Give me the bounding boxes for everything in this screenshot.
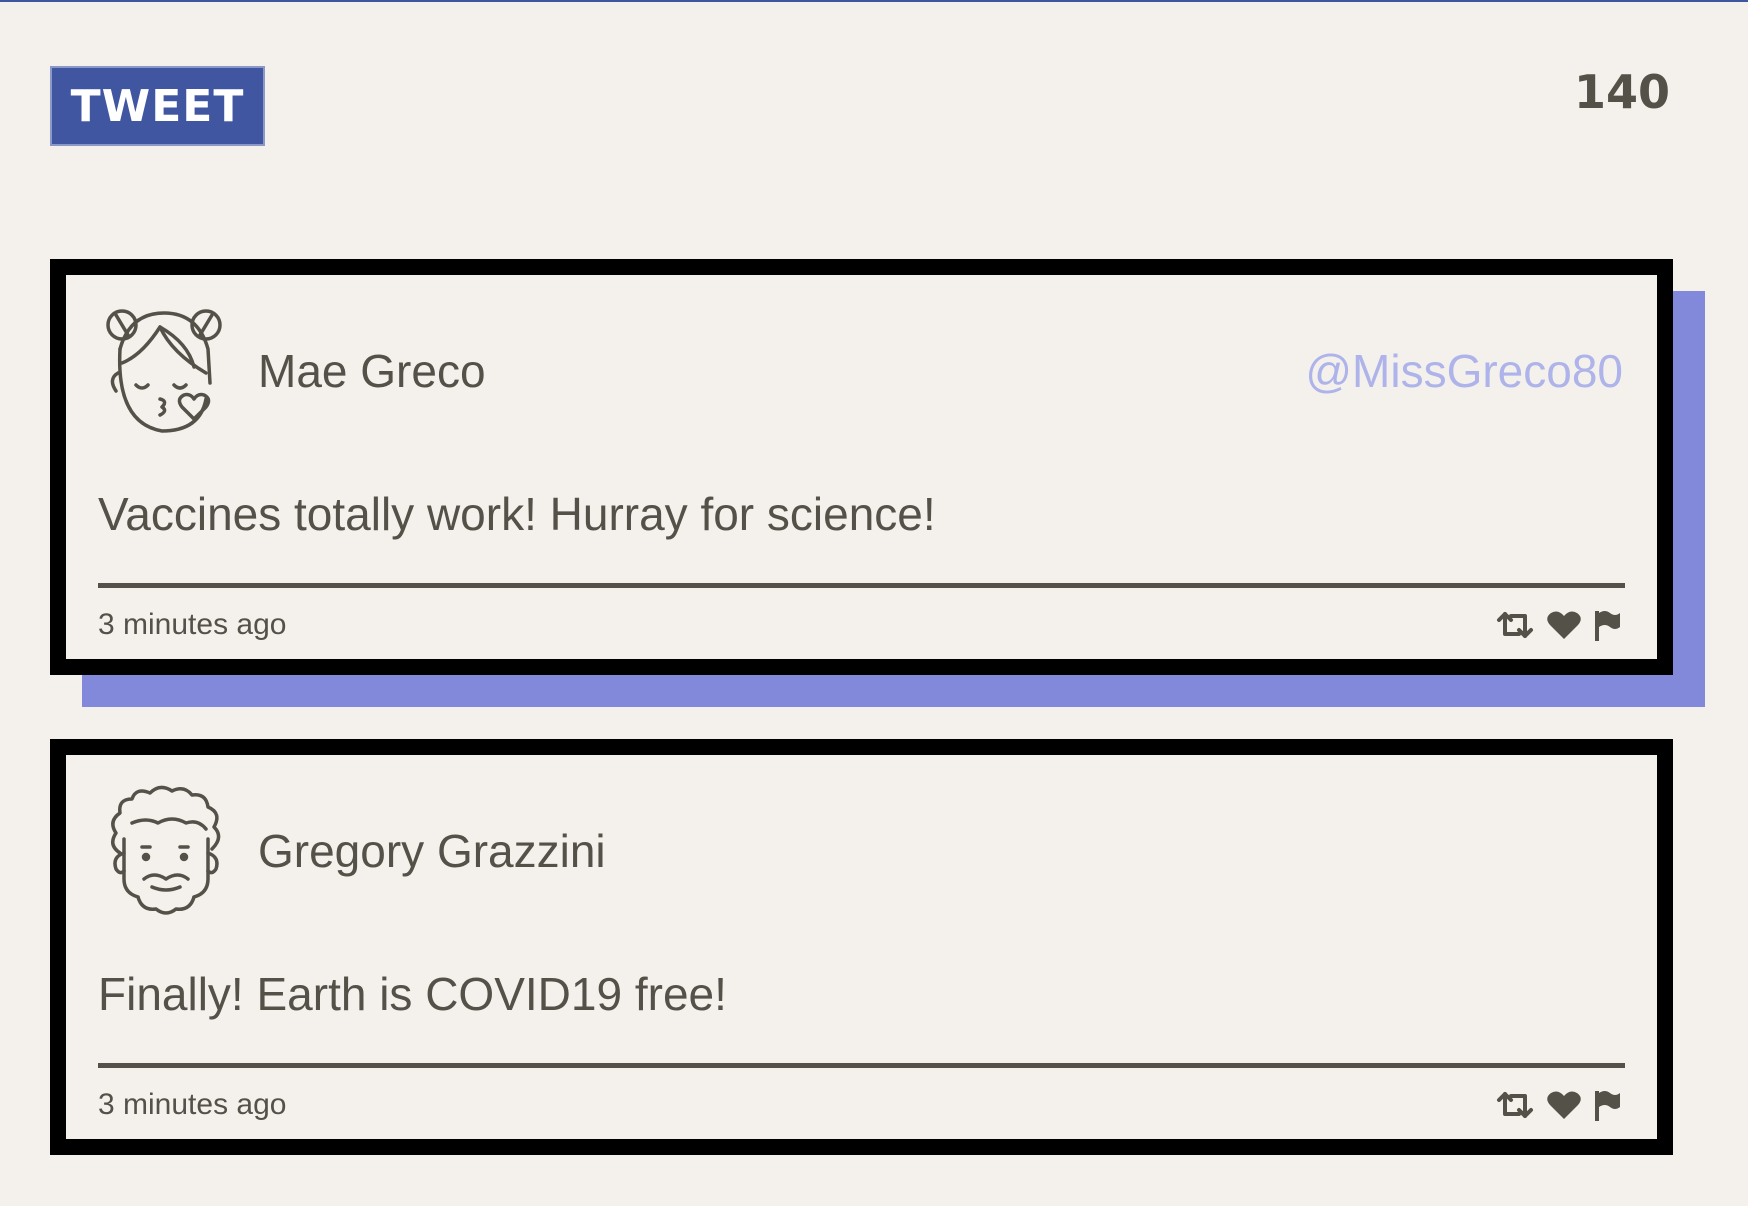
flag-icon[interactable] xyxy=(1593,1089,1621,1121)
tweet-timestamp: 3 minutes ago xyxy=(98,1088,287,1121)
kissing-girl-avatar-icon xyxy=(106,309,222,433)
tweet-text: Vaccines totally work! Hurray for scienc… xyxy=(98,488,936,540)
tweet-timestamp: 3 minutes ago xyxy=(98,608,287,641)
retweet-icon[interactable] xyxy=(1495,610,1535,640)
divider xyxy=(98,583,1625,588)
heart-icon[interactable] xyxy=(1547,610,1581,640)
tweet-text: Finally! Earth is COVID19 free! xyxy=(98,968,727,1020)
curly-hair-man-avatar-icon xyxy=(111,785,221,915)
author-name: Gregory Grazzini xyxy=(258,825,606,877)
character-counter: 140 xyxy=(1573,65,1670,119)
flag-icon[interactable] xyxy=(1593,609,1621,641)
top-border xyxy=(0,0,1748,2)
tweet-actions xyxy=(1495,1085,1621,1125)
tweet-actions xyxy=(1495,605,1621,645)
divider xyxy=(98,1063,1625,1068)
heart-icon[interactable] xyxy=(1547,1090,1581,1120)
tweet-card: Mae Greco @MissGreco80 Vaccines totally … xyxy=(50,259,1673,675)
tweet-card: Gregory Grazzini Finally! Earth is COVID… xyxy=(50,739,1673,1155)
tweet-button[interactable]: TWEET xyxy=(50,66,265,146)
author-name: Mae Greco xyxy=(258,345,486,397)
retweet-icon[interactable] xyxy=(1495,1090,1535,1120)
author-handle[interactable]: @MissGreco80 xyxy=(1305,343,1623,399)
